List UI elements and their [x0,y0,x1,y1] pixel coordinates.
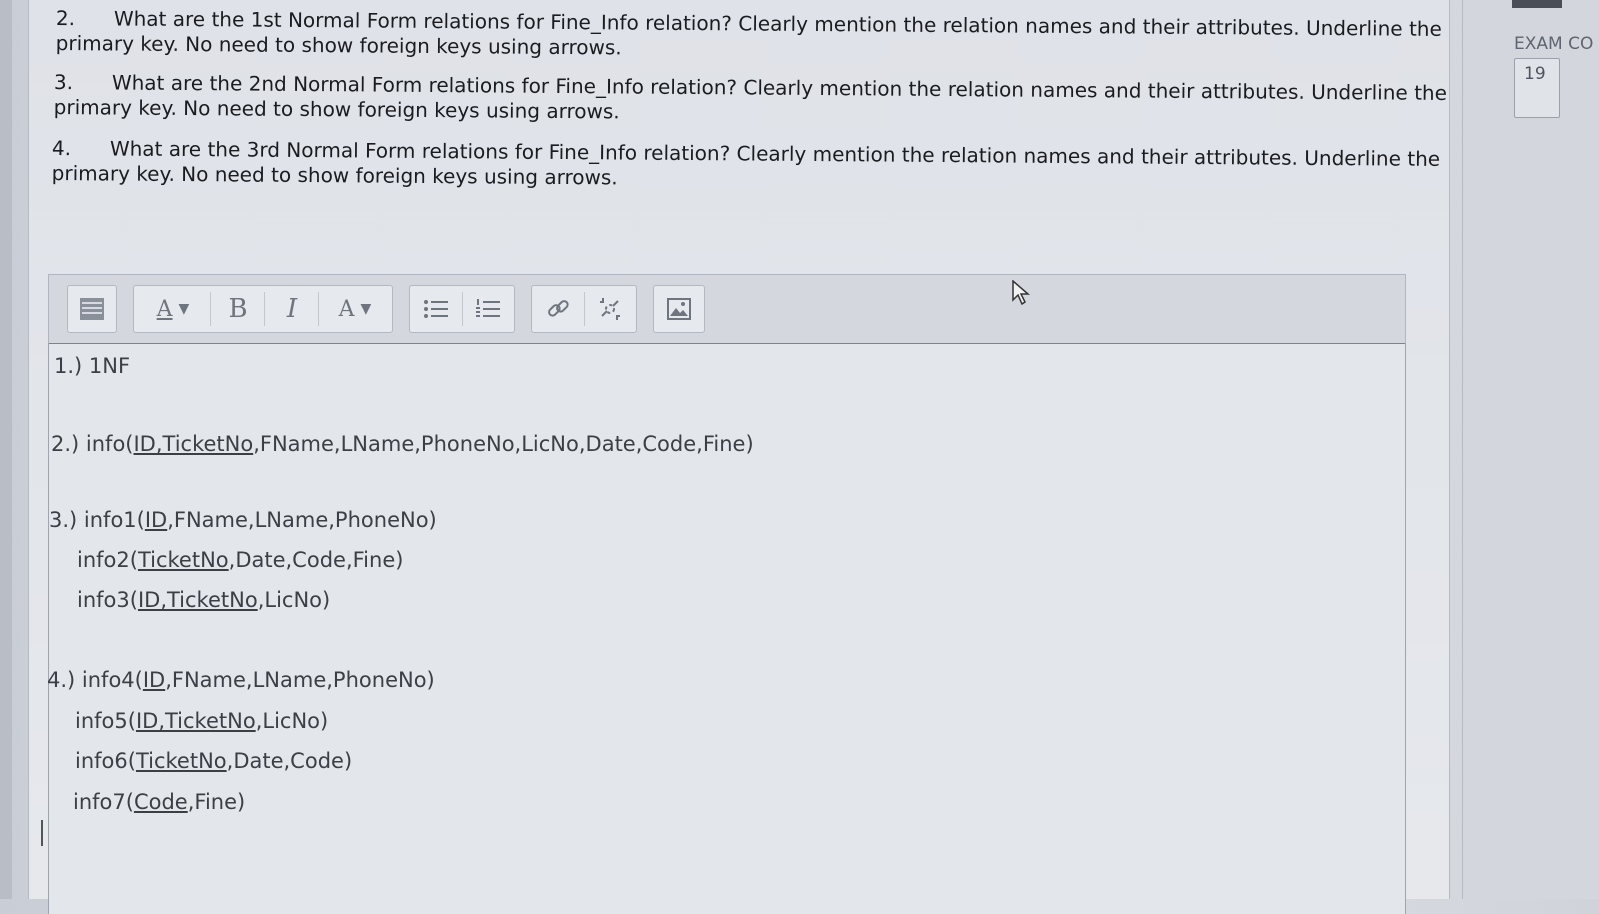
numbered-list-button[interactable] [462,286,514,332]
primary-key: ID,TicketNo [133,432,254,456]
editor-content[interactable]: 1.) 1NF 2.) info(ID,TicketNo,FName,LName… [47,344,1406,914]
toggle-toolbar-button[interactable] [68,286,116,332]
toolbar-separator [210,292,211,326]
font-color-icon: A [338,296,355,322]
answer-line: 1.) 1NF [54,354,131,378]
primary-key: TicketNo [137,548,229,572]
insert-image-button[interactable] [654,286,704,332]
primary-key: ID,TicketNo [135,709,256,733]
italic-button[interactable]: I [266,286,318,332]
primary-key: Code [133,790,188,814]
toolbar-group-links [531,285,637,333]
bullet-list-button[interactable] [410,286,462,332]
primary-key: ID,TicketNo [137,588,258,612]
remove-link-button[interactable] [584,286,636,332]
toolbar-group-layout [67,285,117,333]
answer-line: info5(ID,TicketNo,LicNo) [75,709,329,733]
toolbar-group-lists [409,285,515,333]
primary-key: ID [144,508,168,532]
unlink-icon [600,298,620,320]
chevron-down-icon: ▼ [360,301,372,317]
answer-line: info7(Code,Fine) [73,790,246,814]
exam-label: EXAM CO [1514,34,1594,54]
image-icon [667,298,691,320]
toolbar-group-format: A ▼ B I A ▼ [133,285,393,333]
text-caret [41,820,43,846]
font-color-dropdown[interactable]: A ▼ [320,286,390,332]
answer-line: 2.) info(ID,TicketNo,FName,LName,PhoneNo… [51,432,754,456]
answer-line: info2(TicketNo,Date,Code,Fine) [77,548,404,572]
layout-icon [80,298,104,320]
bullet-list-icon [424,300,448,318]
right-sidebar [1462,0,1599,899]
top-tab[interactable] [1512,0,1562,8]
chevron-down-icon: ▼ [178,301,190,317]
bold-button[interactable]: B [212,286,264,332]
insert-link-button[interactable] [532,286,584,332]
primary-key: TicketNo [135,749,227,773]
question-number: 4. [51,136,72,161]
mouse-pointer-icon [1012,280,1030,306]
link-icon [548,300,569,317]
toolbar-group-media [653,285,705,333]
left-rail [0,0,12,899]
answer-line: 3.) info1(ID,FName,LName,PhoneNo) [49,508,437,532]
numbered-list-icon [476,299,500,317]
primary-key: ID [142,668,166,692]
paragraph-format-dropdown[interactable]: A ▼ [138,286,208,332]
question-number: 2. [55,6,76,31]
exam-counter-value: 19 [1524,64,1546,84]
editor-toolbar: A ▼ B I A ▼ [48,274,1406,345]
text-format-icon: A [156,296,173,322]
rich-text-editor: A ▼ B I A ▼ 1.) 1NF 2.) info(ID,TicketNo… [47,274,1406,914]
toolbar-separator [264,292,265,326]
answer-line: info3(ID,TicketNo,LicNo) [77,588,331,612]
question-number: 3. [53,70,74,95]
toolbar-separator [318,292,319,326]
answer-line: 4.) info4(ID,FName,LName,PhoneNo) [47,668,435,692]
answer-line: info6(TicketNo,Date,Code) [75,749,353,773]
